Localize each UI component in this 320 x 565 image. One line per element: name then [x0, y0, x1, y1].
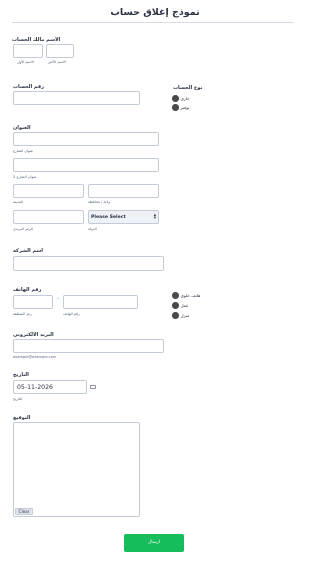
radio-label: عمل [180, 302, 189, 308]
phone-separator: - [57, 296, 59, 302]
first-name-input[interactable] [13, 44, 43, 58]
first-name-sublabel: الاسم الأول [17, 60, 34, 64]
select-arrows-icon: ▴ ▾ [153, 213, 156, 221]
account-type-option-savings[interactable]: توفير [172, 104, 189, 111]
street-address-2-input[interactable] [13, 158, 159, 172]
address-label: العنوان [13, 125, 31, 131]
city-sublabel: المدينة [13, 200, 24, 204]
street-address-input[interactable] [13, 132, 159, 146]
radio-label: جاري [180, 95, 190, 101]
account-type-option-current[interactable]: جاري [172, 95, 190, 102]
date-input[interactable]: 05-11-2026 [13, 380, 87, 394]
radio-label: هاتف خلوي [180, 292, 201, 298]
title-divider [12, 22, 294, 23]
area-code-input[interactable] [13, 295, 53, 309]
phone-type-option-work[interactable]: عمل [172, 302, 189, 309]
state-input[interactable] [88, 184, 159, 198]
email-label: البريد الالكتروني [13, 332, 54, 338]
last-name-sublabel: الاسم الأخير [48, 60, 66, 64]
account-number-label: رقم الحساب [13, 84, 44, 90]
clear-signature-button[interactable]: Clear [15, 508, 33, 515]
radio-button[interactable] [172, 302, 179, 309]
company-name-label: اسم الشركة [13, 248, 44, 254]
phone-number-input[interactable] [63, 295, 138, 309]
zip-input[interactable] [13, 210, 84, 224]
company-name-input[interactable] [13, 256, 164, 271]
city-input[interactable] [13, 184, 84, 198]
radio-button[interactable] [172, 292, 179, 299]
account-type-label: نوع الحساب [173, 85, 203, 91]
radio-label: منزل [180, 312, 190, 318]
area-code-sublabel: رمز المنطقة [13, 312, 32, 316]
street-address-sublabel: عنوان الشارع [13, 149, 34, 153]
street-address-2-sublabel: عنوان الشارع 2 [13, 175, 37, 179]
radio-button[interactable] [172, 104, 179, 111]
date-label: التاريخ [13, 372, 29, 378]
email-sublabel: example@example.com [13, 355, 57, 359]
last-name-input[interactable] [46, 44, 74, 58]
submit-button[interactable]: ارسال [124, 534, 184, 552]
owner-name-label: الاسم مالك الحساب [12, 37, 61, 43]
email-input[interactable] [13, 339, 164, 353]
zip-sublabel: الرمز البريدي [13, 227, 33, 231]
page-title: نموذج إغلاق حساب [110, 7, 200, 18]
radio-button[interactable] [172, 95, 179, 102]
phone-type-option-home[interactable]: منزل [172, 312, 189, 319]
signature-label: التوقيع [13, 415, 31, 421]
signature-pad[interactable] [13, 422, 140, 517]
account-number-input[interactable] [13, 91, 140, 105]
country-select[interactable]: Please Select ▴ ▾ [88, 210, 159, 224]
radio-label: توفير [180, 104, 190, 110]
phone-number-sublabel: رقم الهاتف [63, 312, 80, 316]
calendar-icon[interactable] [90, 385, 96, 389]
phone-type-option-mobile[interactable]: هاتف خلوي [172, 292, 200, 299]
date-sublabel: التاريخ [13, 397, 23, 401]
state-sublabel: ولاية / محافظة [88, 200, 111, 204]
radio-button[interactable] [172, 312, 179, 319]
country-sublabel: الدولة [88, 227, 97, 231]
country-select-value: Please Select [91, 214, 126, 220]
phone-number-label: رقم الهاتف [13, 287, 42, 293]
